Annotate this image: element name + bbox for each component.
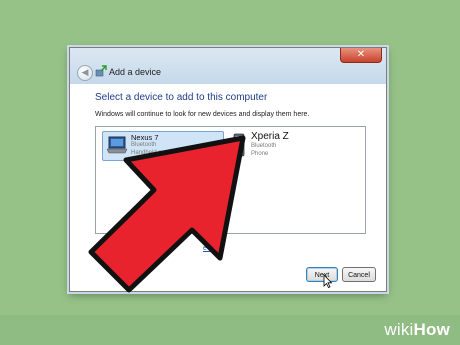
watermark-part-1: wiki	[384, 320, 414, 339]
red-arrow-icon	[88, 135, 246, 293]
watermark-part-2: How	[413, 320, 450, 339]
wikihow-watermark: wikiHow	[384, 320, 450, 340]
